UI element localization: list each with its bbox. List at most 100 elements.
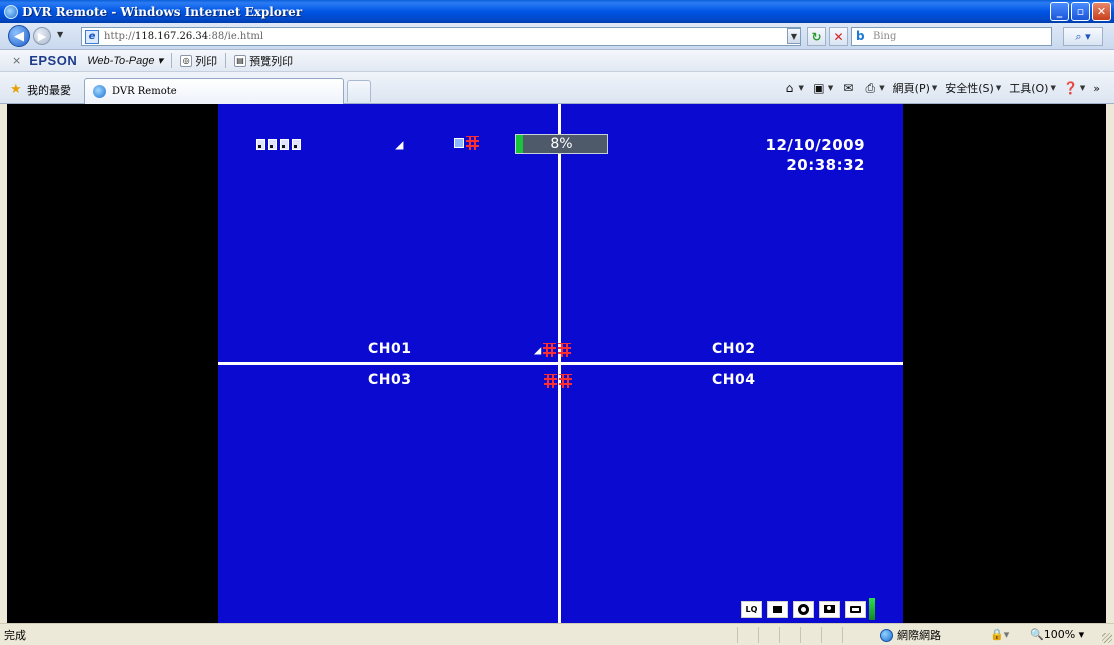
record-button[interactable] [793, 600, 814, 618]
protected-mode-icon[interactable]: 🔒▾ [990, 628, 1009, 641]
toolbar-divider [225, 53, 227, 68]
hdd-icon [292, 139, 301, 150]
back-button[interactable]: ◀ [8, 25, 30, 47]
window-controls: _ ▫ ✕ [1050, 2, 1111, 21]
lq-quality-button[interactable]: LQ [741, 600, 762, 618]
favorites-label[interactable]: 我的最愛 [27, 82, 71, 98]
mute-icon: ◢ [395, 137, 404, 153]
security-zone[interactable]: 網際網路 [880, 627, 941, 643]
dvr-viewer[interactable]: ◢ 8% 12/10/2009 20:38:32 CH01 CH02 CH03 … [218, 104, 903, 623]
window-title: DVR Remote - Windows Internet Explorer [22, 4, 303, 19]
epson-toolbar: × EPSON Web-To-Page ▾ ◎ 列印 ▤ 預覽列印 [0, 50, 1114, 72]
favorites-star-icon[interactable]: ★ [10, 82, 22, 97]
close-button[interactable]: ✕ [1092, 2, 1111, 21]
overflow-chevron-icon[interactable]: » [1093, 82, 1100, 95]
epson-logo: EPSON [29, 53, 78, 68]
status-panes [737, 627, 863, 643]
hdd-icon [280, 139, 289, 150]
print-cmd-button[interactable]: ⎙ ▼ [863, 81, 884, 95]
forward-button[interactable]: ▶ [33, 27, 51, 45]
refresh-button[interactable]: ↻ [807, 27, 826, 46]
hdd-usage-label: 8% [550, 136, 573, 152]
hdd-usage-bar: 8% [515, 134, 608, 154]
page-icon: e [85, 29, 99, 44]
ie-logo-icon [4, 4, 18, 19]
home-button[interactable]: ⌂ ▼ [782, 81, 804, 95]
search-input[interactable]: b Bing [851, 27, 1052, 46]
camera-icon [824, 605, 835, 613]
resize-grip-icon[interactable] [1102, 633, 1112, 643]
title-bar: DVR Remote - Windows Internet Explorer _… [0, 0, 1114, 23]
command-bar: ⌂ ▼ ▣ ▼ ✉ ⎙ ▼ 網頁(P) ▼ 安全性(S) ▼ 工具(O) ▼ ❓ ▼ » [782, 80, 1100, 96]
snapshot-icon [850, 605, 861, 613]
address-field[interactable]: e http://118.167.26.34:88/ie.html [81, 27, 801, 46]
record-grid-icon [544, 374, 557, 388]
print-preview-button[interactable]: ▤ 預覽列印 [234, 53, 293, 69]
zone-label: 網際網路 [897, 629, 941, 642]
printer-icon: ⎙ [865, 80, 876, 95]
globe-icon [880, 628, 893, 642]
feeds-icon: ▣ [813, 81, 825, 95]
print-icon: ◎ [180, 54, 193, 67]
feeds-button[interactable]: ▣ ▼ [812, 81, 833, 95]
bing-icon: b [856, 29, 865, 43]
channel-status-icons-bottom [544, 374, 572, 388]
channel-label-2: CH02 [712, 341, 756, 357]
record-grid-icon [466, 136, 479, 150]
camera-button[interactable] [819, 600, 840, 618]
record-grid-icon [559, 374, 572, 388]
tools-menu[interactable]: 工具(O) ▼ [1009, 80, 1056, 96]
print-button[interactable]: ◎ 列印 [180, 53, 217, 69]
browser-content: ◢ 8% 12/10/2009 20:38:32 CH01 CH02 CH03 … [7, 104, 1106, 623]
minimize-button[interactable]: _ [1050, 2, 1069, 21]
dvr-toolbar: LQ [741, 598, 875, 620]
quad-divider-horizontal [218, 362, 903, 365]
safety-menu[interactable]: 安全性(S) ▼ [945, 80, 1001, 96]
audio-icon: ◢ [534, 343, 542, 357]
new-tab-button[interactable] [347, 80, 371, 102]
search-button[interactable]: ⌕ ▾ [1063, 27, 1103, 46]
tab-dvr-remote[interactable]: DVR Remote [84, 78, 344, 104]
date-text: 12/10/2009 [765, 136, 865, 154]
address-text: http://118.167.26.34:88/ie.html [104, 31, 264, 42]
address-toolbar: ◀ ▶ ▼ e http://118.167.26.34:88/ie.html … [0, 23, 1114, 50]
stop-button[interactable]: ✕ [829, 27, 848, 46]
mail-icon: ✉ [843, 81, 854, 95]
signal-strength-icon [869, 598, 875, 620]
channel-status-icons-top: ◢ [534, 343, 572, 357]
hdd-icon [256, 139, 265, 150]
channel-label-3: CH03 [368, 372, 412, 388]
favorites-bar: ★ 我的最愛 DVR Remote ⌂ ▼ ▣ ▼ ✉ ⎙ ▼ 網頁(P) ▼ 安全性(… [0, 72, 1114, 104]
network-icon [454, 138, 464, 148]
hdd-icon [268, 139, 277, 150]
single-view-button[interactable] [767, 600, 788, 618]
search-placeholder: Bing [873, 31, 897, 42]
preview-icon: ▤ [234, 54, 247, 67]
hdd-status-icons [256, 139, 301, 150]
record-grid-icon [543, 343, 557, 357]
help-button[interactable]: ❓ ▼ [1063, 81, 1085, 95]
datetime-display: 12/10/2009 20:38:32 [766, 135, 865, 175]
status-text: 完成 [4, 628, 26, 642]
maximize-button[interactable]: ▫ [1071, 2, 1090, 21]
mail-button[interactable]: ✉ [841, 81, 855, 95]
tab-ie-icon [93, 85, 106, 98]
channel-label-1: CH01 [368, 341, 412, 357]
time-text: 20:38:32 [786, 156, 865, 174]
epson-close-button[interactable]: × [12, 54, 21, 67]
tab-title: DVR Remote [112, 86, 177, 97]
address-dropdown-icon[interactable]: ▼ [787, 28, 801, 44]
toolbar-divider [171, 53, 173, 68]
page-menu[interactable]: 網頁(P) ▼ [893, 80, 938, 96]
record-status [454, 136, 479, 150]
history-dropdown-icon[interactable]: ▼ [57, 30, 63, 39]
snapshot-button[interactable] [845, 600, 866, 618]
zoom-control[interactable]: 🔍100% ▾ [1030, 628, 1084, 641]
status-bar: 完成 網際網路 🔒▾ 🔍100% ▾ [0, 623, 1114, 645]
record-grid-icon [558, 343, 572, 357]
help-icon: ❓ [1063, 81, 1079, 95]
home-icon: ⌂ [785, 81, 794, 95]
channel-label-4: CH04 [712, 372, 756, 388]
web-to-page-menu[interactable]: Web-To-Page ▾ [87, 54, 163, 67]
screen-icon [773, 605, 782, 613]
